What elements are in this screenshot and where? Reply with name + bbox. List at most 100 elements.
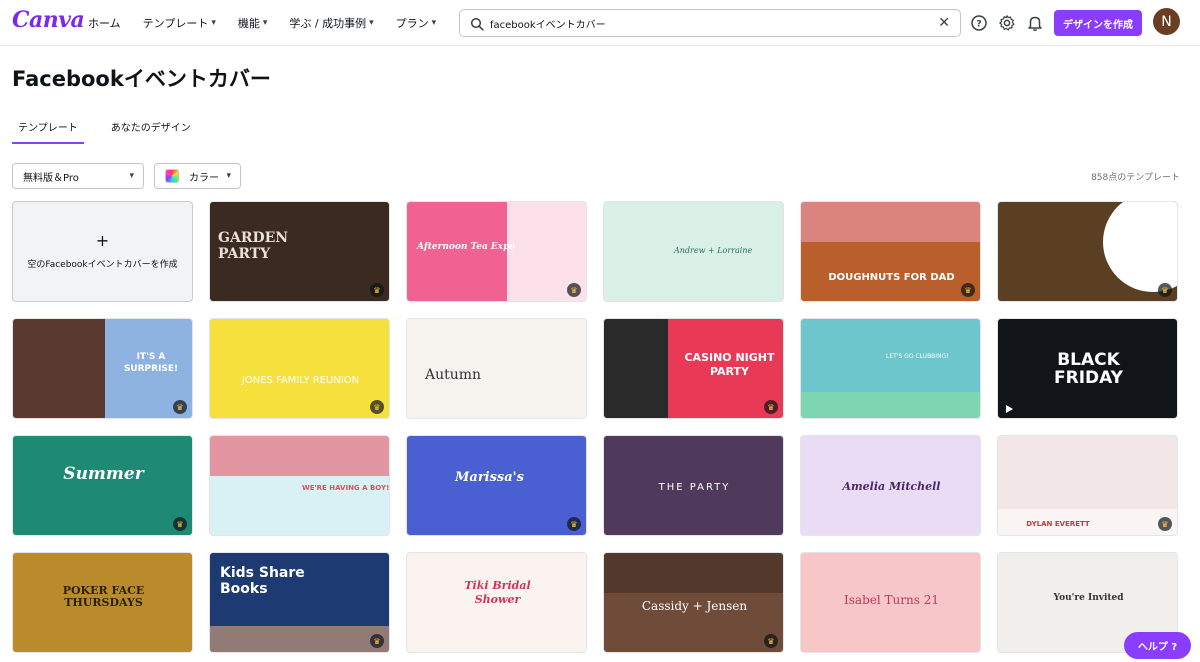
template-title: Autumn xyxy=(425,367,482,383)
template-title: Kids Share Books xyxy=(220,565,305,597)
template-card[interactable]: Amelia Mitchell xyxy=(800,435,981,536)
template-card[interactable]: Autumn xyxy=(406,318,587,419)
chevron-down-icon: ▾ xyxy=(129,171,134,181)
template-title: DOUGHNUTS FOR DAD xyxy=(828,272,955,283)
pro-crown-icon: ♛ xyxy=(567,517,581,531)
template-title: POKER FACE THURSDAYS xyxy=(62,584,145,609)
search-input[interactable] xyxy=(490,14,930,32)
template-card[interactable]: POKER FACE THURSDAYS xyxy=(12,552,193,653)
template-title: Marissa's xyxy=(455,470,524,485)
close-icon[interactable]: ✕ xyxy=(938,15,950,31)
template-title: Afternoon Tea Expo xyxy=(417,242,516,252)
template-title: Andrew + Lorraine xyxy=(674,246,753,255)
template-count: 858点のテンプレート xyxy=(1091,173,1180,183)
plus-icon: + xyxy=(95,231,110,250)
card-decoration xyxy=(801,392,980,418)
filter-label: カラー xyxy=(189,172,219,184)
avatar[interactable]: N xyxy=(1153,8,1180,35)
template-card[interactable]: Kids Share Books ♛ xyxy=(209,552,390,653)
template-grid: + 空のFacebookイベントカバーを作成 GARDEN PARTY ♛ Afte… xyxy=(12,201,1178,653)
nav-label: ホーム xyxy=(88,17,121,30)
color-wheel-icon xyxy=(165,169,179,183)
create-blank-label: 空のFacebookイベントカバーを作成 xyxy=(27,260,178,270)
template-title: THE PARTY xyxy=(658,482,731,493)
template-card[interactable]: Isabel Turns 21 xyxy=(800,552,981,653)
card-decoration xyxy=(1103,202,1177,292)
nav-templates[interactable]: テンプレート ▾ xyxy=(143,15,216,31)
create-design-button[interactable]: デザインを作成 xyxy=(1054,10,1142,36)
template-title: WE'RE HAVING A BOY! xyxy=(302,484,390,492)
card-decoration xyxy=(210,436,389,476)
help-icon[interactable]: ? xyxy=(970,14,988,32)
template-title: Tiki Bridal Shower xyxy=(464,579,531,606)
chevron-down-icon: ▾ xyxy=(211,18,216,28)
page-title: Facebookイベントカバー xyxy=(12,67,271,91)
template-title: LET'S GO CLUBBING! xyxy=(886,353,949,360)
pro-crown-icon: ♛ xyxy=(961,283,975,297)
pro-crown-icon: ♛ xyxy=(1158,517,1172,531)
template-title: IT'S A SURPRISE! xyxy=(123,352,179,374)
template-card[interactable]: GARDEN PARTY ♛ xyxy=(209,201,390,302)
chevron-down-icon: ▾ xyxy=(369,18,374,28)
create-blank-card[interactable]: + 空のFacebookイベントカバーを作成 xyxy=(12,201,193,302)
pro-crown-icon: ♛ xyxy=(370,634,384,648)
template-card[interactable]: THE PARTY xyxy=(603,435,784,536)
color-filter-dropdown[interactable]: カラー ▾ xyxy=(154,163,241,189)
nav-label: 機能 xyxy=(237,17,260,30)
nav-label: プラン xyxy=(395,17,429,30)
pro-crown-icon: ♛ xyxy=(764,634,778,648)
pro-crown-icon: ♛ xyxy=(173,400,187,414)
nav-label: テンプレート xyxy=(142,17,209,30)
nav-home[interactable]: ホーム xyxy=(88,15,121,31)
template-title: Summer xyxy=(63,464,144,484)
template-title: CASINO NIGHT PARTY xyxy=(684,351,775,378)
template-card[interactable]: WE'RE HAVING A BOY! xyxy=(209,435,390,536)
pro-crown-icon: ♛ xyxy=(567,283,581,297)
template-card[interactable]: Summer ♛ xyxy=(12,435,193,536)
search-bar[interactable]: ✕ xyxy=(459,9,961,37)
chevron-down-icon: ▾ xyxy=(226,171,231,181)
canva-logo[interactable]: Canva xyxy=(12,7,85,33)
filter-label: 無料版＆Pro xyxy=(23,172,79,184)
tab-templates[interactable]: テンプレート xyxy=(12,119,84,144)
template-card[interactable]: Cassidy + Jensen ♛ xyxy=(603,552,784,653)
pro-crown-icon: ♛ xyxy=(764,400,778,414)
price-filter-dropdown[interactable]: 無料版＆Pro ▾ xyxy=(12,163,144,189)
template-title: You're Invited xyxy=(1053,593,1124,603)
card-decoration xyxy=(801,202,980,242)
pro-crown-icon: ♛ xyxy=(370,283,384,297)
template-card[interactable]: Marissa's ♛ xyxy=(406,435,587,536)
top-header: Canva ホーム テンプレート▾ 機能▾ 学ぶ / 成功事例▾ プラン▾ ✕ … xyxy=(0,0,1200,46)
template-title: GARDEN PARTY xyxy=(218,230,289,262)
template-card[interactable]: JONES FAMILY REUNION ♛ xyxy=(209,318,390,419)
svg-text:?: ? xyxy=(976,20,981,30)
chevron-down-icon: ▾ xyxy=(262,18,268,28)
help-button[interactable]: ヘルプ ? xyxy=(1124,632,1191,659)
template-card[interactable]: BLACK FRIDAY xyxy=(997,318,1178,419)
pro-crown-icon: ♛ xyxy=(370,400,384,414)
template-card[interactable]: Afternoon Tea Expo ♛ xyxy=(406,201,587,302)
nav-plans[interactable]: プラン ▾ xyxy=(396,15,437,31)
template-card[interactable]: CASINO NIGHT PARTY ♛ xyxy=(603,318,784,419)
tab-your-designs[interactable]: あなたのデザイン xyxy=(105,119,197,144)
template-card[interactable]: Andrew + Lorraine xyxy=(603,201,784,302)
template-card[interactable]: ♛ xyxy=(997,201,1178,302)
bell-icon[interactable] xyxy=(1026,14,1044,32)
nav-features[interactable]: 機能 ▾ xyxy=(238,15,268,31)
nav-learn[interactable]: 学ぶ / 成功事例 ▾ xyxy=(289,15,373,31)
template-card[interactable]: Tiki Bridal Shower xyxy=(406,552,587,653)
nav-label: 学ぶ / 成功事例 xyxy=(289,17,367,30)
pro-crown-icon: ♛ xyxy=(173,517,187,531)
gear-icon[interactable] xyxy=(998,14,1016,32)
template-card[interactable]: DYLAN EVERETT ♛ xyxy=(997,435,1178,536)
search-icon xyxy=(470,17,484,31)
main-nav: ホーム テンプレート ▾ 機能 ▾ 学ぶ / 成功事例 ▾ プラン ▾ xyxy=(88,0,458,46)
tabs: テンプレート あなたのデザイン xyxy=(12,119,218,144)
template-card[interactable]: DOUGHNUTS FOR DAD ♛ xyxy=(800,201,981,302)
template-title: JONES FAMILY REUNION xyxy=(241,375,360,386)
template-title: DYLAN EVERETT xyxy=(1026,520,1090,528)
pro-crown-icon: ♛ xyxy=(1158,283,1172,297)
template-title: Cassidy + Jensen xyxy=(641,599,748,613)
template-card[interactable]: IT'S A SURPRISE! ♛ xyxy=(12,318,193,419)
template-card[interactable]: LET'S GO CLUBBING! xyxy=(800,318,981,419)
